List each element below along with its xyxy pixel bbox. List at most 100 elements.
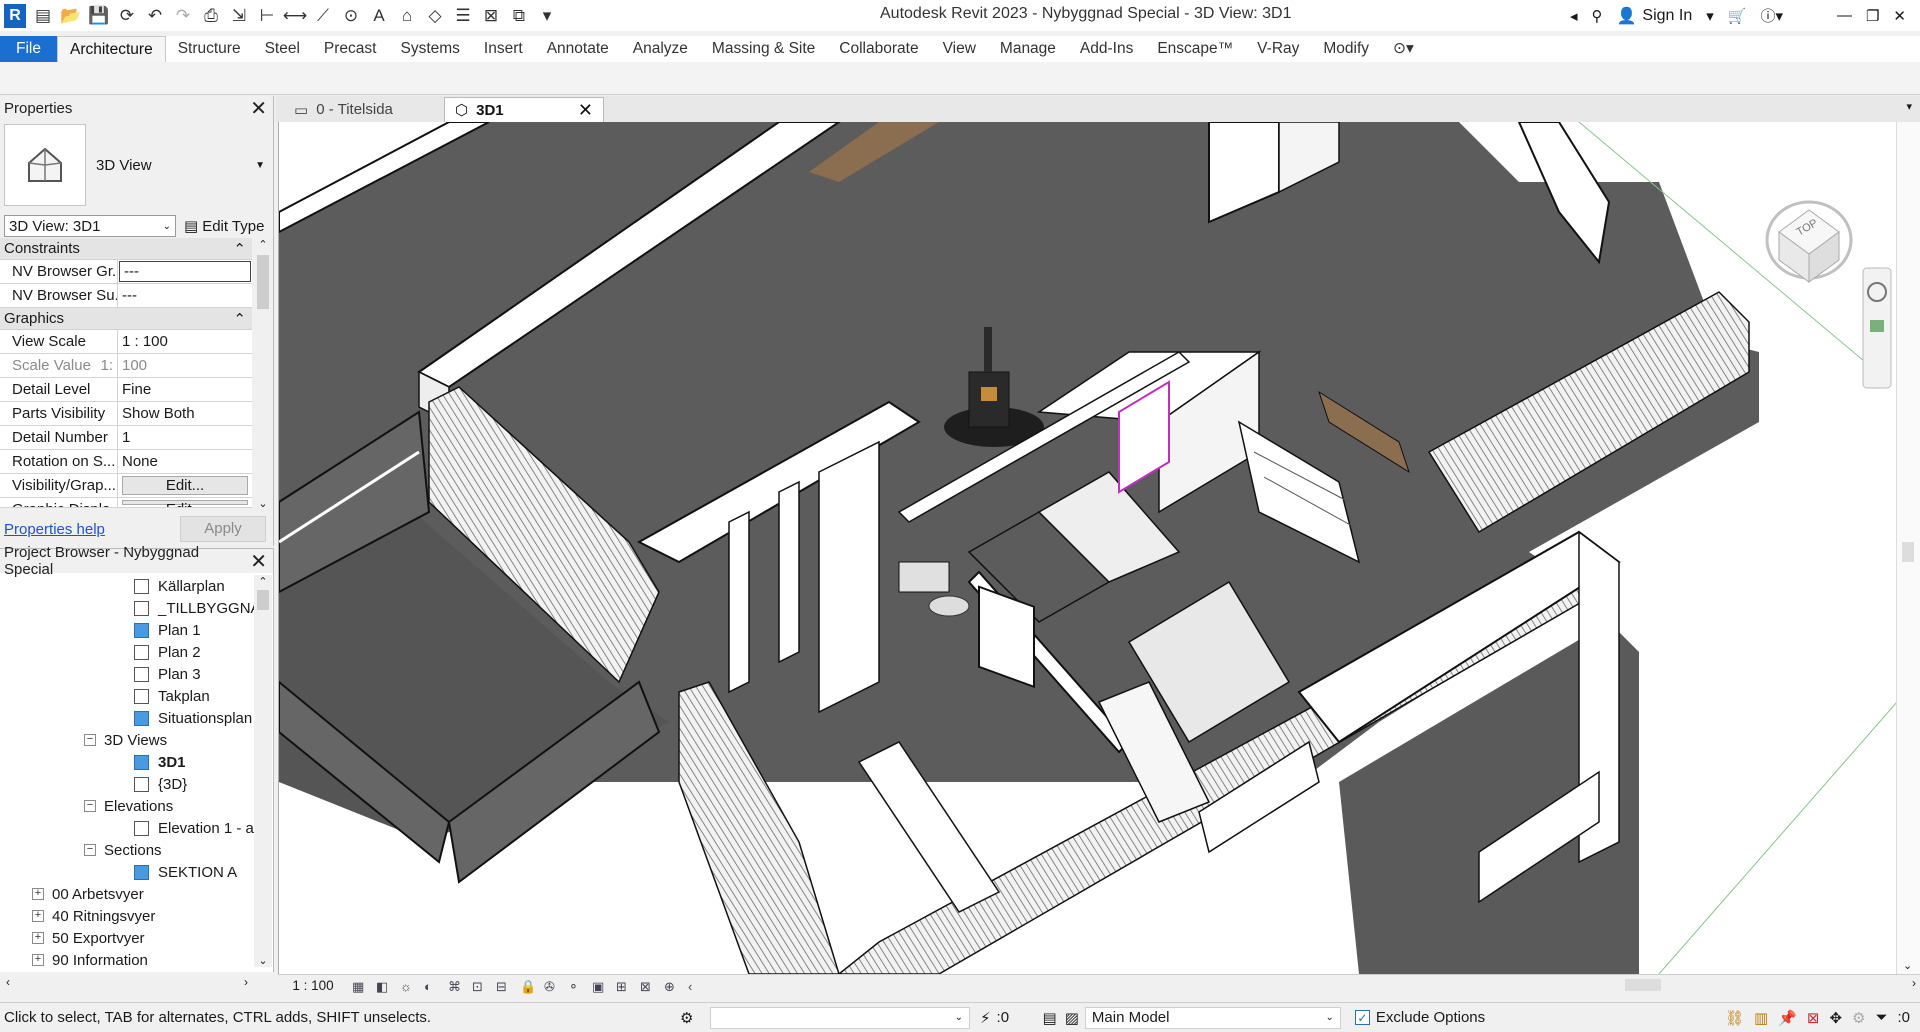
viewcube[interactable]: TOP	[1765, 200, 1853, 283]
property-row[interactable]: NV Browser Su... ---	[0, 284, 252, 308]
redo-icon[interactable]: ↷	[172, 5, 194, 27]
measure-icon[interactable]: ⊢	[256, 5, 278, 27]
tab-3d1[interactable]: ⬡ 3D1 ✕	[444, 97, 604, 122]
section-constraints[interactable]: Constraints ⌃	[0, 238, 252, 260]
sign-in-button[interactable]: 👤 Sign In	[1616, 6, 1692, 26]
binoculars-icon[interactable]: ⚲	[1591, 7, 1602, 25]
reveal-hidden-icon[interactable]: ⚬	[568, 979, 584, 994]
view-scale[interactable]: 1 : 100	[278, 978, 348, 993]
type-selector[interactable]: 3D View ▼	[4, 122, 273, 208]
ribbon-tab-insert[interactable]: Insert	[472, 36, 535, 62]
ribbon-tab-massing-site[interactable]: Massing & Site	[700, 36, 827, 62]
worksets-icon[interactable]: ⚙	[680, 1009, 710, 1027]
collapse-icon[interactable]: ⌃	[233, 240, 246, 258]
tree-item[interactable]: 3D1	[0, 751, 254, 773]
minimize-button[interactable]: —	[1837, 7, 1852, 24]
visual-style-icon[interactable]: ◧	[376, 979, 392, 994]
tree-item[interactable]: Takplan	[0, 685, 254, 707]
tree-item[interactable]: Situationsplan	[0, 707, 254, 729]
select-by-face-icon[interactable]: ⊠	[1807, 1009, 1820, 1027]
detail-level-icon[interactable]: ▦	[352, 979, 368, 994]
revit-logo[interactable]: R	[4, 3, 26, 28]
tree-item[interactable]: {3D}	[0, 773, 254, 795]
close-properties-button[interactable]: ✕	[250, 96, 267, 121]
viewport-scrollbar[interactable]: ⌄	[1896, 122, 1920, 974]
ribbon-tab-annotate[interactable]: Annotate	[535, 36, 621, 62]
lock-view-icon[interactable]: 🔒	[520, 979, 536, 994]
viewport-hscrollbar[interactable]: ›	[608, 975, 1920, 995]
close-window-button[interactable]: ✕	[1893, 7, 1906, 25]
apply-button[interactable]: Apply	[180, 516, 266, 542]
ribbon-tab-enscape[interactable]: Enscape™	[1145, 36, 1245, 62]
tree-group[interactable]: − Elevations	[0, 795, 254, 817]
browser-hscrollbar[interactable]: ‹ ›	[0, 974, 272, 994]
edit-type-button[interactable]: ▤ Edit Type	[184, 217, 264, 236]
select-links-icon[interactable]: ⛓	[1725, 1009, 1744, 1027]
background-process-icon[interactable]: ⚙	[1852, 1009, 1865, 1027]
graphic-display-edit-button[interactable]: Edit...	[122, 500, 248, 507]
tree-item[interactable]: Källarplan	[0, 575, 254, 597]
navigation-bar[interactable]	[1862, 267, 1892, 389]
ribbon-tab-v-ray[interactable]: V-Ray	[1245, 36, 1311, 62]
open-icon[interactable]: 📂	[60, 5, 82, 27]
ribbon-tab-architecture[interactable]: Architecture	[56, 36, 166, 62]
worksharing-icon[interactable]: ▣	[592, 979, 608, 994]
design-option-selector[interactable]: Main Model ⌄	[1084, 1006, 1341, 1029]
close-browser-button[interactable]: ✕	[250, 549, 267, 574]
tree-item[interactable]: Plan 2	[0, 641, 254, 663]
select-underlay-icon[interactable]: ▥	[1754, 1009, 1768, 1027]
undo-icon[interactable]: ↶	[144, 5, 166, 27]
property-row[interactable]: Graphic Displa...Edit...	[0, 498, 252, 508]
render-icon[interactable]: ⌘	[448, 979, 464, 994]
ribbon-tab-structure[interactable]: Structure	[166, 36, 253, 62]
select-pinned-icon[interactable]: 📌	[1778, 1009, 1797, 1027]
ribbon-tab-steel[interactable]: Steel	[253, 36, 312, 62]
tree-group[interactable]: +40 Ritningsvyer	[0, 905, 254, 927]
shadows-icon[interactable]: ◐	[424, 979, 440, 994]
tree-item[interactable]: SEKTION A	[0, 861, 254, 883]
property-row[interactable]: Parts Visibility Show Both	[0, 402, 252, 426]
3d-view-icon[interactable]: ⌂	[396, 5, 418, 27]
section-graphics[interactable]: Graphics ⌃	[0, 308, 252, 330]
sync-icon[interactable]: ⟳	[116, 5, 138, 27]
3d-viewport[interactable]: TOP	[278, 122, 1896, 974]
property-row[interactable]: NV Browser Gr... ---	[0, 260, 252, 284]
properties-scrollbar[interactable]: ⌃ ⌄	[254, 238, 272, 510]
section-icon[interactable]: ◇	[424, 5, 446, 27]
dimension-icon[interactable]: ⟷	[283, 5, 307, 27]
property-row[interactable]: Detail Level Fine	[0, 378, 252, 402]
text-icon[interactable]: A	[368, 5, 390, 27]
exclude-options-checkbox[interactable]: ✓ Exclude Options	[1354, 1009, 1485, 1026]
drag-elements-icon[interactable]: ✥	[1829, 1009, 1842, 1027]
align-icon[interactable]: ⟋	[312, 5, 334, 27]
type-dropdown-icon[interactable]: ▼	[255, 160, 265, 171]
ribbon-tab-view[interactable]: View	[931, 36, 988, 62]
property-row[interactable]: Detail Number 1	[0, 426, 252, 450]
dropdown-icon[interactable]: ▾	[1706, 7, 1714, 25]
tabs-menu-icon[interactable]: ▾	[1906, 100, 1912, 113]
ribbon-tab-modify[interactable]: Modify	[1311, 36, 1381, 62]
close-hidden-icon[interactable]: ⊠	[480, 5, 502, 27]
tree-item[interactable]: Elevation 1 - a	[0, 817, 254, 839]
tree-item[interactable]: Plan 1	[0, 619, 254, 641]
3d-model-render[interactable]: TOP	[279, 122, 1896, 974]
tree-group[interactable]: +00 Arbetsvyer	[0, 883, 254, 905]
ribbon-tab-collaborate[interactable]: Collaborate	[827, 36, 930, 62]
temp-hide-icon[interactable]: ✇	[544, 979, 560, 994]
workset-selector[interactable]: ⌄	[710, 1006, 970, 1029]
ribbon-more-icon[interactable]: ⊙▾	[1381, 36, 1426, 62]
visibility-edit-button[interactable]: Edit...	[122, 476, 248, 495]
save-icon[interactable]: 💾	[88, 5, 110, 27]
collapse-icon[interactable]: ⌃	[233, 310, 246, 328]
search-arrow-icon[interactable]: ◂	[1570, 7, 1578, 25]
print-icon[interactable]: ⎙	[200, 5, 222, 27]
tree-group[interactable]: +90 Information	[0, 949, 254, 967]
instance-selector[interactable]: 3D View: 3D1 ⌄	[4, 215, 176, 237]
ribbon-tab-manage[interactable]: Manage	[988, 36, 1068, 62]
tree-group[interactable]: +50 Exportvyer	[0, 927, 254, 949]
home-icon[interactable]: ▤	[32, 5, 54, 27]
help-icon[interactable]: ⓘ▾	[1760, 5, 1783, 26]
property-row[interactable]: Visibility/Grap... Edit...	[0, 474, 252, 498]
tag-icon[interactable]: ⊙	[340, 5, 362, 27]
close-tab-icon[interactable]: ✕	[578, 100, 593, 121]
